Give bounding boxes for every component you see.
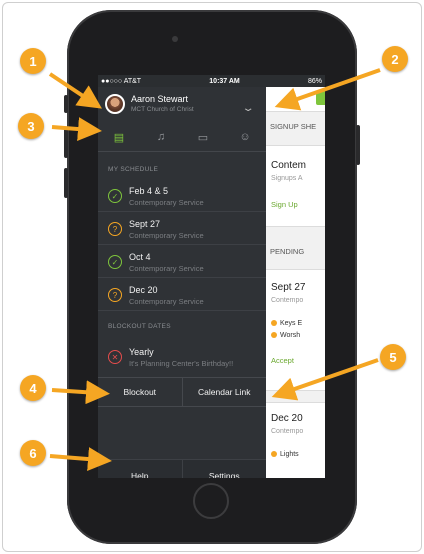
avatar bbox=[105, 94, 125, 114]
profile-header[interactable]: Aaron Stewart MCT Church of Christ ⌄ bbox=[98, 87, 266, 119]
pending-card-title: Sept 27 bbox=[271, 282, 306, 293]
action-row: Blockout Calendar Link bbox=[98, 377, 266, 407]
music-note-icon[interactable]: ♫ bbox=[140, 123, 182, 151]
pending-dot-icon bbox=[271, 451, 277, 457]
close-icon: ✕ bbox=[108, 350, 122, 364]
question-icon: ? bbox=[108, 222, 122, 236]
chevron-down-icon[interactable]: ⌄ bbox=[241, 103, 254, 114]
blockout-button[interactable]: Blockout bbox=[98, 378, 182, 406]
schedule-item-title: Sept 27 bbox=[129, 219, 161, 229]
schedule-item-title: Dec 20 bbox=[129, 285, 158, 295]
check-icon: ✓ bbox=[108, 255, 122, 269]
pending-card-subtitle: Contempo bbox=[271, 428, 304, 435]
schedule-item[interactable]: ✓ Feb 4 & 5 Contemporary Service bbox=[98, 181, 266, 212]
position-label-extra: E bbox=[297, 320, 303, 327]
profile-org: MCT Church of Christ bbox=[131, 106, 194, 113]
callout-3: 3 bbox=[18, 113, 44, 139]
volume-up-button bbox=[64, 128, 68, 158]
header-action-button[interactable] bbox=[316, 91, 325, 105]
battery-label: 86% bbox=[307, 77, 322, 85]
schedule-item-subtitle: Contemporary Service bbox=[129, 198, 204, 207]
callout-2: 2 bbox=[382, 46, 408, 72]
settings-button[interactable]: Settings bbox=[181, 460, 267, 478]
clipboard-icon[interactable]: ▤ bbox=[98, 123, 140, 151]
signup-card-subtitle: Signups A bbox=[271, 175, 303, 182]
pending-card-subtitle: Contempo bbox=[271, 297, 304, 304]
profile-name: Aaron Stewart bbox=[131, 94, 189, 104]
carrier-label: ●●○○○ AT&T bbox=[101, 77, 142, 85]
callout-6: 6 bbox=[20, 440, 46, 466]
accept-link[interactable]: Accept bbox=[271, 356, 294, 365]
schedule-item-subtitle: Contemporary Service bbox=[129, 231, 204, 240]
pending-card-title: Dec 20 bbox=[271, 413, 303, 424]
pending-card-position: Worsh bbox=[271, 332, 300, 339]
blockout-item-title: Yearly bbox=[129, 347, 154, 357]
question-icon: ? bbox=[108, 288, 122, 302]
schedule-item-subtitle: Contemporary Service bbox=[129, 264, 204, 273]
time-label: 10:37 AM bbox=[209, 77, 240, 85]
blockout-heading: BLOCKOUT DATES bbox=[108, 323, 171, 330]
pending-dot-icon bbox=[271, 320, 277, 326]
power-button bbox=[356, 125, 360, 165]
sign-up-link[interactable]: Sign Up bbox=[271, 200, 298, 209]
pending-dot-icon bbox=[271, 332, 277, 338]
position-label: Worsh bbox=[280, 332, 301, 339]
home-button[interactable] bbox=[193, 483, 229, 519]
schedule-item[interactable]: ? Dec 20 Contemporary Service bbox=[98, 280, 266, 311]
callout-5: 5 bbox=[380, 344, 406, 370]
drawer-footer: Help Settings bbox=[98, 459, 266, 478]
side-drawer: Aaron Stewart MCT Church of Christ ⌄ ▤ ♫… bbox=[98, 87, 266, 478]
pending-heading: PENDING bbox=[270, 247, 305, 256]
pending-card-position: Keys E bbox=[271, 320, 302, 327]
signup-sheets-heading: SIGNUP SHE bbox=[270, 122, 317, 131]
signup-card-title: Contem bbox=[271, 160, 307, 171]
blockout-item[interactable]: ✕ Yearly It's Planning Center's Birthday… bbox=[98, 342, 266, 373]
signup-card[interactable]: Contem Signups A Sign Up bbox=[266, 145, 325, 227]
volume-down-button bbox=[64, 168, 68, 198]
front-camera bbox=[172, 36, 178, 42]
pending-card[interactable]: Sept 27 Contempo Keys E Worsh Accept bbox=[266, 269, 325, 391]
callout-1: 1 bbox=[20, 48, 46, 74]
help-button[interactable]: Help bbox=[98, 460, 182, 479]
drawer-tabs: ▤ ♫ ▭ ☺ bbox=[98, 123, 266, 152]
video-icon[interactable]: ▭ bbox=[182, 123, 224, 151]
status-bar: ●●○○○ AT&T 10:37 AM 86% bbox=[98, 75, 325, 87]
schedule-item-title: Feb 4 & 5 bbox=[129, 186, 169, 196]
callout-4: 4 bbox=[20, 375, 46, 401]
blockout-item-subtitle: It's Planning Center's Birthday!! bbox=[129, 359, 234, 368]
schedule-item[interactable]: ? Sept 27 Contemporary Service bbox=[98, 214, 266, 245]
position-label: Keys bbox=[280, 320, 296, 327]
check-icon: ✓ bbox=[108, 189, 122, 203]
position-label: Lights bbox=[280, 451, 299, 458]
calendar-link-button[interactable]: Calendar Link bbox=[181, 378, 267, 406]
main-header bbox=[266, 87, 325, 112]
schedule-heading: MY SCHEDULE bbox=[108, 166, 159, 173]
pending-card[interactable]: Dec 20 Contempo Lights bbox=[266, 402, 325, 478]
pending-card-position: Lights bbox=[271, 451, 299, 458]
phone-screen: ●●○○○ AT&T 10:37 AM 86% Aaron Stewart MC… bbox=[98, 75, 325, 478]
schedule-item[interactable]: ✓ Oct 4 Contemporary Service bbox=[98, 247, 266, 278]
schedule-item-title: Oct 4 bbox=[129, 252, 151, 262]
mute-switch bbox=[64, 95, 68, 113]
main-content: SIGNUP SHE Contem Signups A Sign Up PEND… bbox=[266, 87, 325, 478]
schedule-item-subtitle: Contemporary Service bbox=[129, 297, 204, 306]
people-icon[interactable]: ☺ bbox=[224, 123, 266, 151]
